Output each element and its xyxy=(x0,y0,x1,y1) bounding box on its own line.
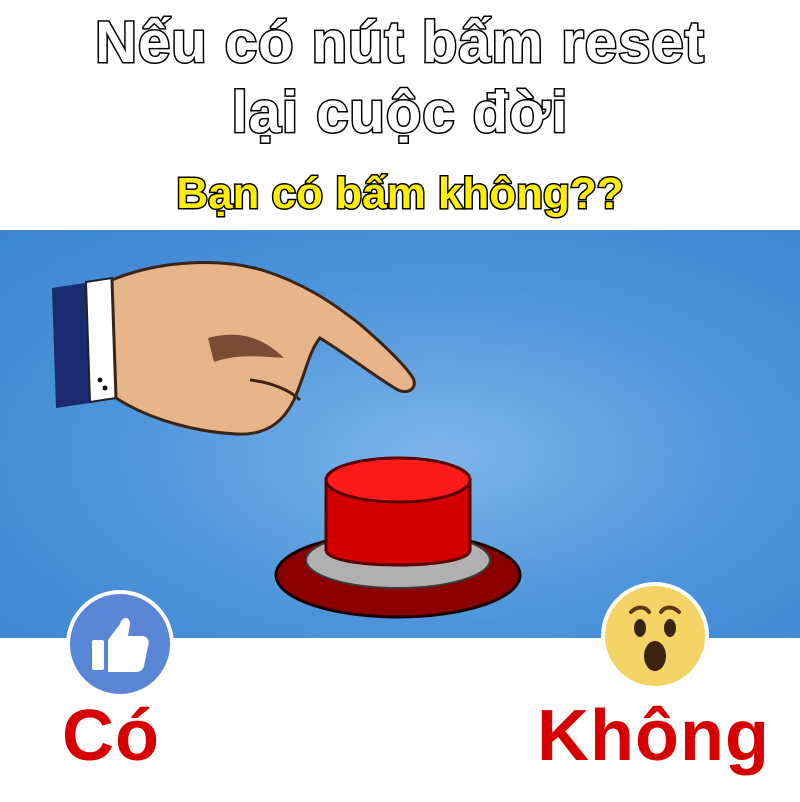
thumbs-up-icon[interactable] xyxy=(66,590,174,698)
answer-yes-label[interactable]: Có xyxy=(62,700,160,772)
meme-title-line-1: Nếu có nút bấm reset xyxy=(94,10,706,75)
pointing-hand xyxy=(110,261,416,436)
reset-button-illustration xyxy=(0,230,800,638)
meme-title-line-2: lại cuộc đời xyxy=(230,80,569,145)
reset-button-icon xyxy=(274,456,522,619)
meme-question: Bạn có bấm không?? xyxy=(175,169,625,218)
suit-sleeve xyxy=(52,276,118,408)
wow-face-icon[interactable] xyxy=(601,582,709,690)
answer-no-label[interactable]: Không xyxy=(537,700,770,772)
